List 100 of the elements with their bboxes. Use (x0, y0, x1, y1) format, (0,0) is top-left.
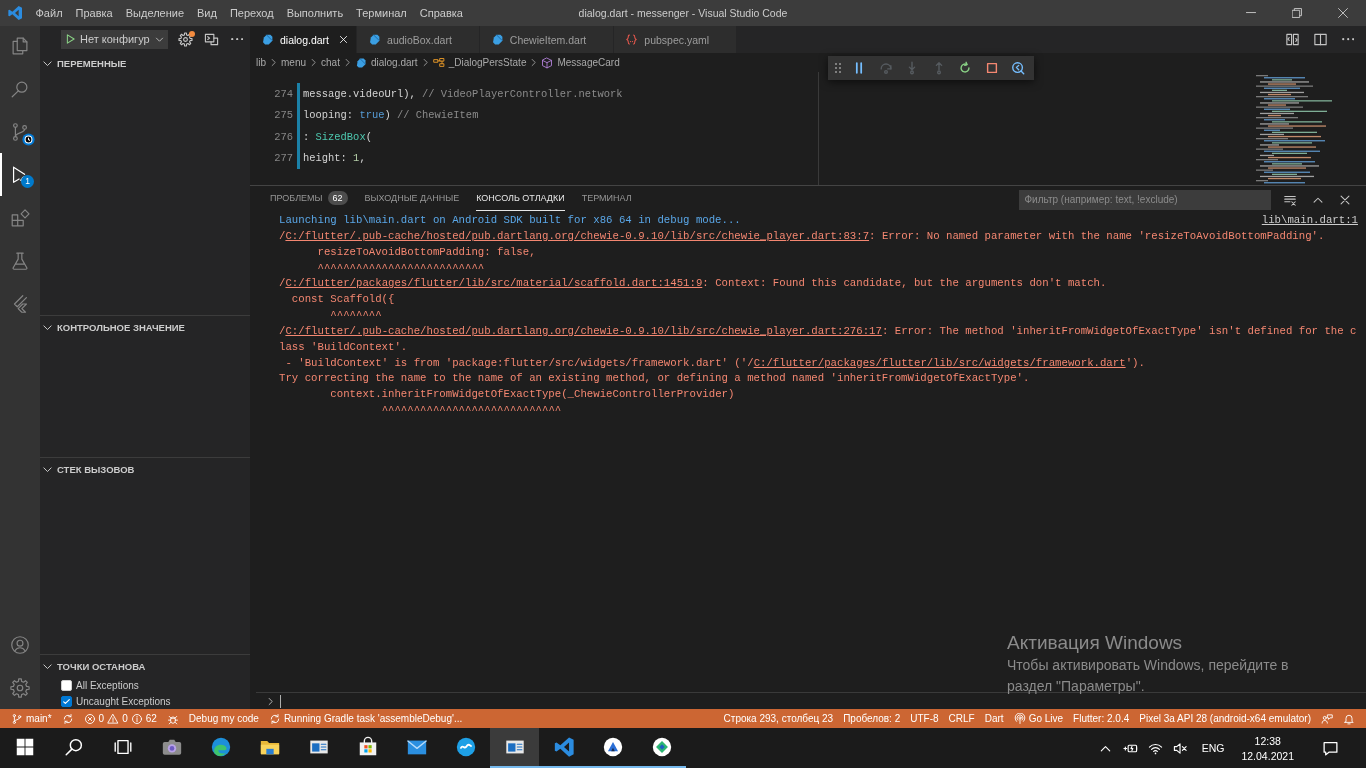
restore-icon (1292, 8, 1302, 18)
status-item[interactable]: Строка 293, столбец 23 (718, 709, 839, 728)
file-link[interactable]: C:/flutter/.pub-cache/hosted/pub.dartlang.org/chewie-0.9.10/lib/src/chewie_player.dart:83:7 (285, 229, 870, 242)
breadcrumb-item[interactable]: lib (256, 57, 266, 68)
linked-boxes-icon (432, 56, 445, 69)
section-header[interactable]: СТЕК ВЫЗОВОВ (40, 458, 135, 480)
console-line: lass 'BuildContext'. (279, 339, 408, 355)
terminal-icon (203, 31, 219, 47)
person-speech-icon (1321, 712, 1333, 725)
wave-disc-icon (454, 736, 477, 758)
checkbox-label: All Exceptions (76, 679, 139, 691)
menu-item[interactable]: Терминал (349, 0, 414, 26)
menu-item[interactable]: Переход (223, 0, 281, 26)
status-item[interactable]: Dart (979, 709, 1009, 728)
status-item[interactable]: main* (6, 709, 57, 728)
line-number: 275 (274, 109, 293, 122)
console-line: ^^^^^^^^ (330, 308, 382, 324)
ribbon-logo-icon (7, 5, 23, 21)
ribbon-logo-icon (552, 736, 575, 758)
menu-item[interactable]: Выделение (119, 0, 191, 26)
console-line: /C:/flutter/.pub-cache/hosted/pub.dartlang.org/chewie-0.9.10/lib/src/chewie_player.dart:276:17: Error: The method 'inheritFromWidgetOfExactType' isn't defined for the c (279, 323, 1357, 339)
code-line: looping: true) // ChewieItem (303, 109, 479, 122)
status-item[interactable]: Debug my code (183, 709, 264, 728)
code-line: height: 1, (303, 152, 366, 165)
tick-icon (62, 696, 71, 706)
status-item[interactable]: 0 0 62 (78, 709, 162, 728)
breadcrumb-item[interactable]: menu (281, 57, 307, 68)
menu-item[interactable]: Справка (413, 0, 470, 26)
status-item[interactable]: Go Live (1008, 709, 1069, 728)
editor-tab[interactable]: dialog.dart (250, 26, 358, 53)
status-item[interactable]: Flutter: 2.0.4 (1068, 709, 1135, 728)
section-header[interactable]: ПЕРЕМЕННЫЕ (40, 52, 127, 74)
menu-item[interactable]: Вид (190, 0, 224, 26)
editor-tab[interactable]: pubspec.yaml (614, 26, 738, 53)
menu-item[interactable]: Правка (69, 0, 120, 26)
activation-text: Чтобы активировать Windows, перейдите в раздел "Параметры". (1007, 656, 1289, 696)
close-icon[interactable] (337, 34, 349, 45)
speaker-muted-icon (1172, 740, 1188, 756)
swirl-icon (209, 736, 232, 758)
file-icon (354, 56, 367, 69)
editor-tab[interactable]: ChewieItem.dart (479, 26, 615, 53)
section-header[interactable]: КОНТРОЛЬНОЕ ЗНАЧЕНИЕ (40, 316, 185, 338)
status-item[interactable]: UTF-8 (905, 709, 944, 728)
filter-field[interactable]: Фильтр (например: text, !exclude) (1018, 189, 1271, 210)
menu-item[interactable]: Файл (29, 0, 70, 26)
line-number: 277 (274, 152, 293, 165)
console-line: const Scaffold({ (291, 292, 395, 308)
chevron-right-icon (268, 57, 279, 68)
checkbox[interactable] (61, 695, 72, 707)
console-line: /C:/flutter/packages/flutter/lib/src/material/scaffold.dart:1451:9: Context: Found this candidate, but the arguments don't match. (279, 276, 1107, 292)
minimize-icon (1246, 12, 1256, 14)
breadcrumb-item[interactable]: chat (321, 57, 340, 68)
split-icon (1312, 32, 1328, 47)
warning-icon (107, 712, 120, 725)
chevron-right-icon (265, 695, 276, 707)
menu-item[interactable]: Выполнить (280, 0, 350, 26)
panel-tab[interactable]: КОНСОЛЬ ОТЛАДКИ (476, 186, 565, 211)
file-link[interactable]: C:/flutter/packages/flutter/lib/src/material/scaffold.dart:1451:9 (285, 277, 703, 290)
count-badge: 1 (21, 175, 34, 188)
console-line: /C:/flutter/.pub-cache/hosted/pub.dartlang.org/chewie-0.9.10/lib/src/chewie_player.dart:83:7: Error: No named parameter with the name 'resizeToAvoidBottomPadding'. (279, 228, 1325, 244)
cube-icon (541, 56, 554, 69)
count-badge: 62 (327, 191, 348, 205)
file-icon (261, 33, 274, 46)
taskbar-button[interactable] (490, 728, 539, 768)
clock-button[interactable]: 12:38 12.04.2021 (1233, 728, 1302, 768)
breadcrumb-item[interactable]: _DialogPersState (432, 56, 527, 69)
panel-tab[interactable]: ТЕРМИНАЛ (581, 186, 632, 211)
section-header[interactable]: ТОЧКИ ОСТАНОВА (40, 655, 146, 677)
sync-icon (268, 712, 281, 725)
branch-icon (11, 712, 23, 725)
line-number: 276 (274, 130, 293, 143)
breadcrumb-item[interactable]: MessageCard (541, 56, 620, 69)
panel-tab[interactable]: ВЫХОДНЫЕ ДАННЫЕ (364, 186, 460, 211)
code-line: message.videoUrl), // VideoPlayerController.network (303, 87, 623, 100)
console-line: ^^^^^^^^^^^^^^^^^^^^^^^^^^^^ (381, 403, 562, 419)
file-link[interactable]: C:/flutter/packages/flutter/lib/src/widgets/framework.dart (753, 356, 1126, 369)
file-link[interactable]: C:/flutter/.pub-cache/hosted/pub.dartlang.org/chewie-0.9.10/lib/src/chewie_player.dart:276:17 (285, 324, 882, 337)
info-icon (130, 712, 143, 725)
bell-icon (1343, 712, 1355, 725)
config-dropdown[interactable]: Нет конфигур (79, 29, 168, 49)
console-line: context.inheritFromWidgetOfExactType(_ChewieControllerProvider) (330, 387, 735, 403)
language-button[interactable]: ENG (1192, 728, 1234, 768)
panel-tab[interactable]: ПРОБЛЕМЫ 62 (270, 186, 348, 211)
file-icon (368, 33, 382, 46)
status-item[interactable]: Running Gradle task 'assembleDebug'... (263, 709, 468, 728)
breadcrumb-item[interactable]: dialog.dart (354, 56, 418, 69)
gear-icon (9, 676, 31, 699)
play-icon (64, 33, 76, 45)
window-title: dialog.dart - messenger - Visual Studio Code (578, 7, 788, 19)
status-item[interactable]: Пробелов: 2 (838, 709, 906, 728)
status-item[interactable]: Pixel 3a API 28 (android-x64 emulator) (1134, 709, 1316, 728)
editor-tab[interactable]: audioBox.dart (357, 26, 480, 53)
ellipsis-icon (1341, 38, 1355, 41)
status-item[interactable]: CRLF (943, 709, 980, 728)
close-icon (1338, 8, 1348, 18)
speech-bubble-icon (1321, 739, 1339, 757)
error-icon (83, 712, 96, 725)
source-link[interactable]: lib\main.dart:1 (1261, 213, 1358, 229)
braces-icon (625, 33, 639, 46)
file-icon (490, 33, 504, 46)
